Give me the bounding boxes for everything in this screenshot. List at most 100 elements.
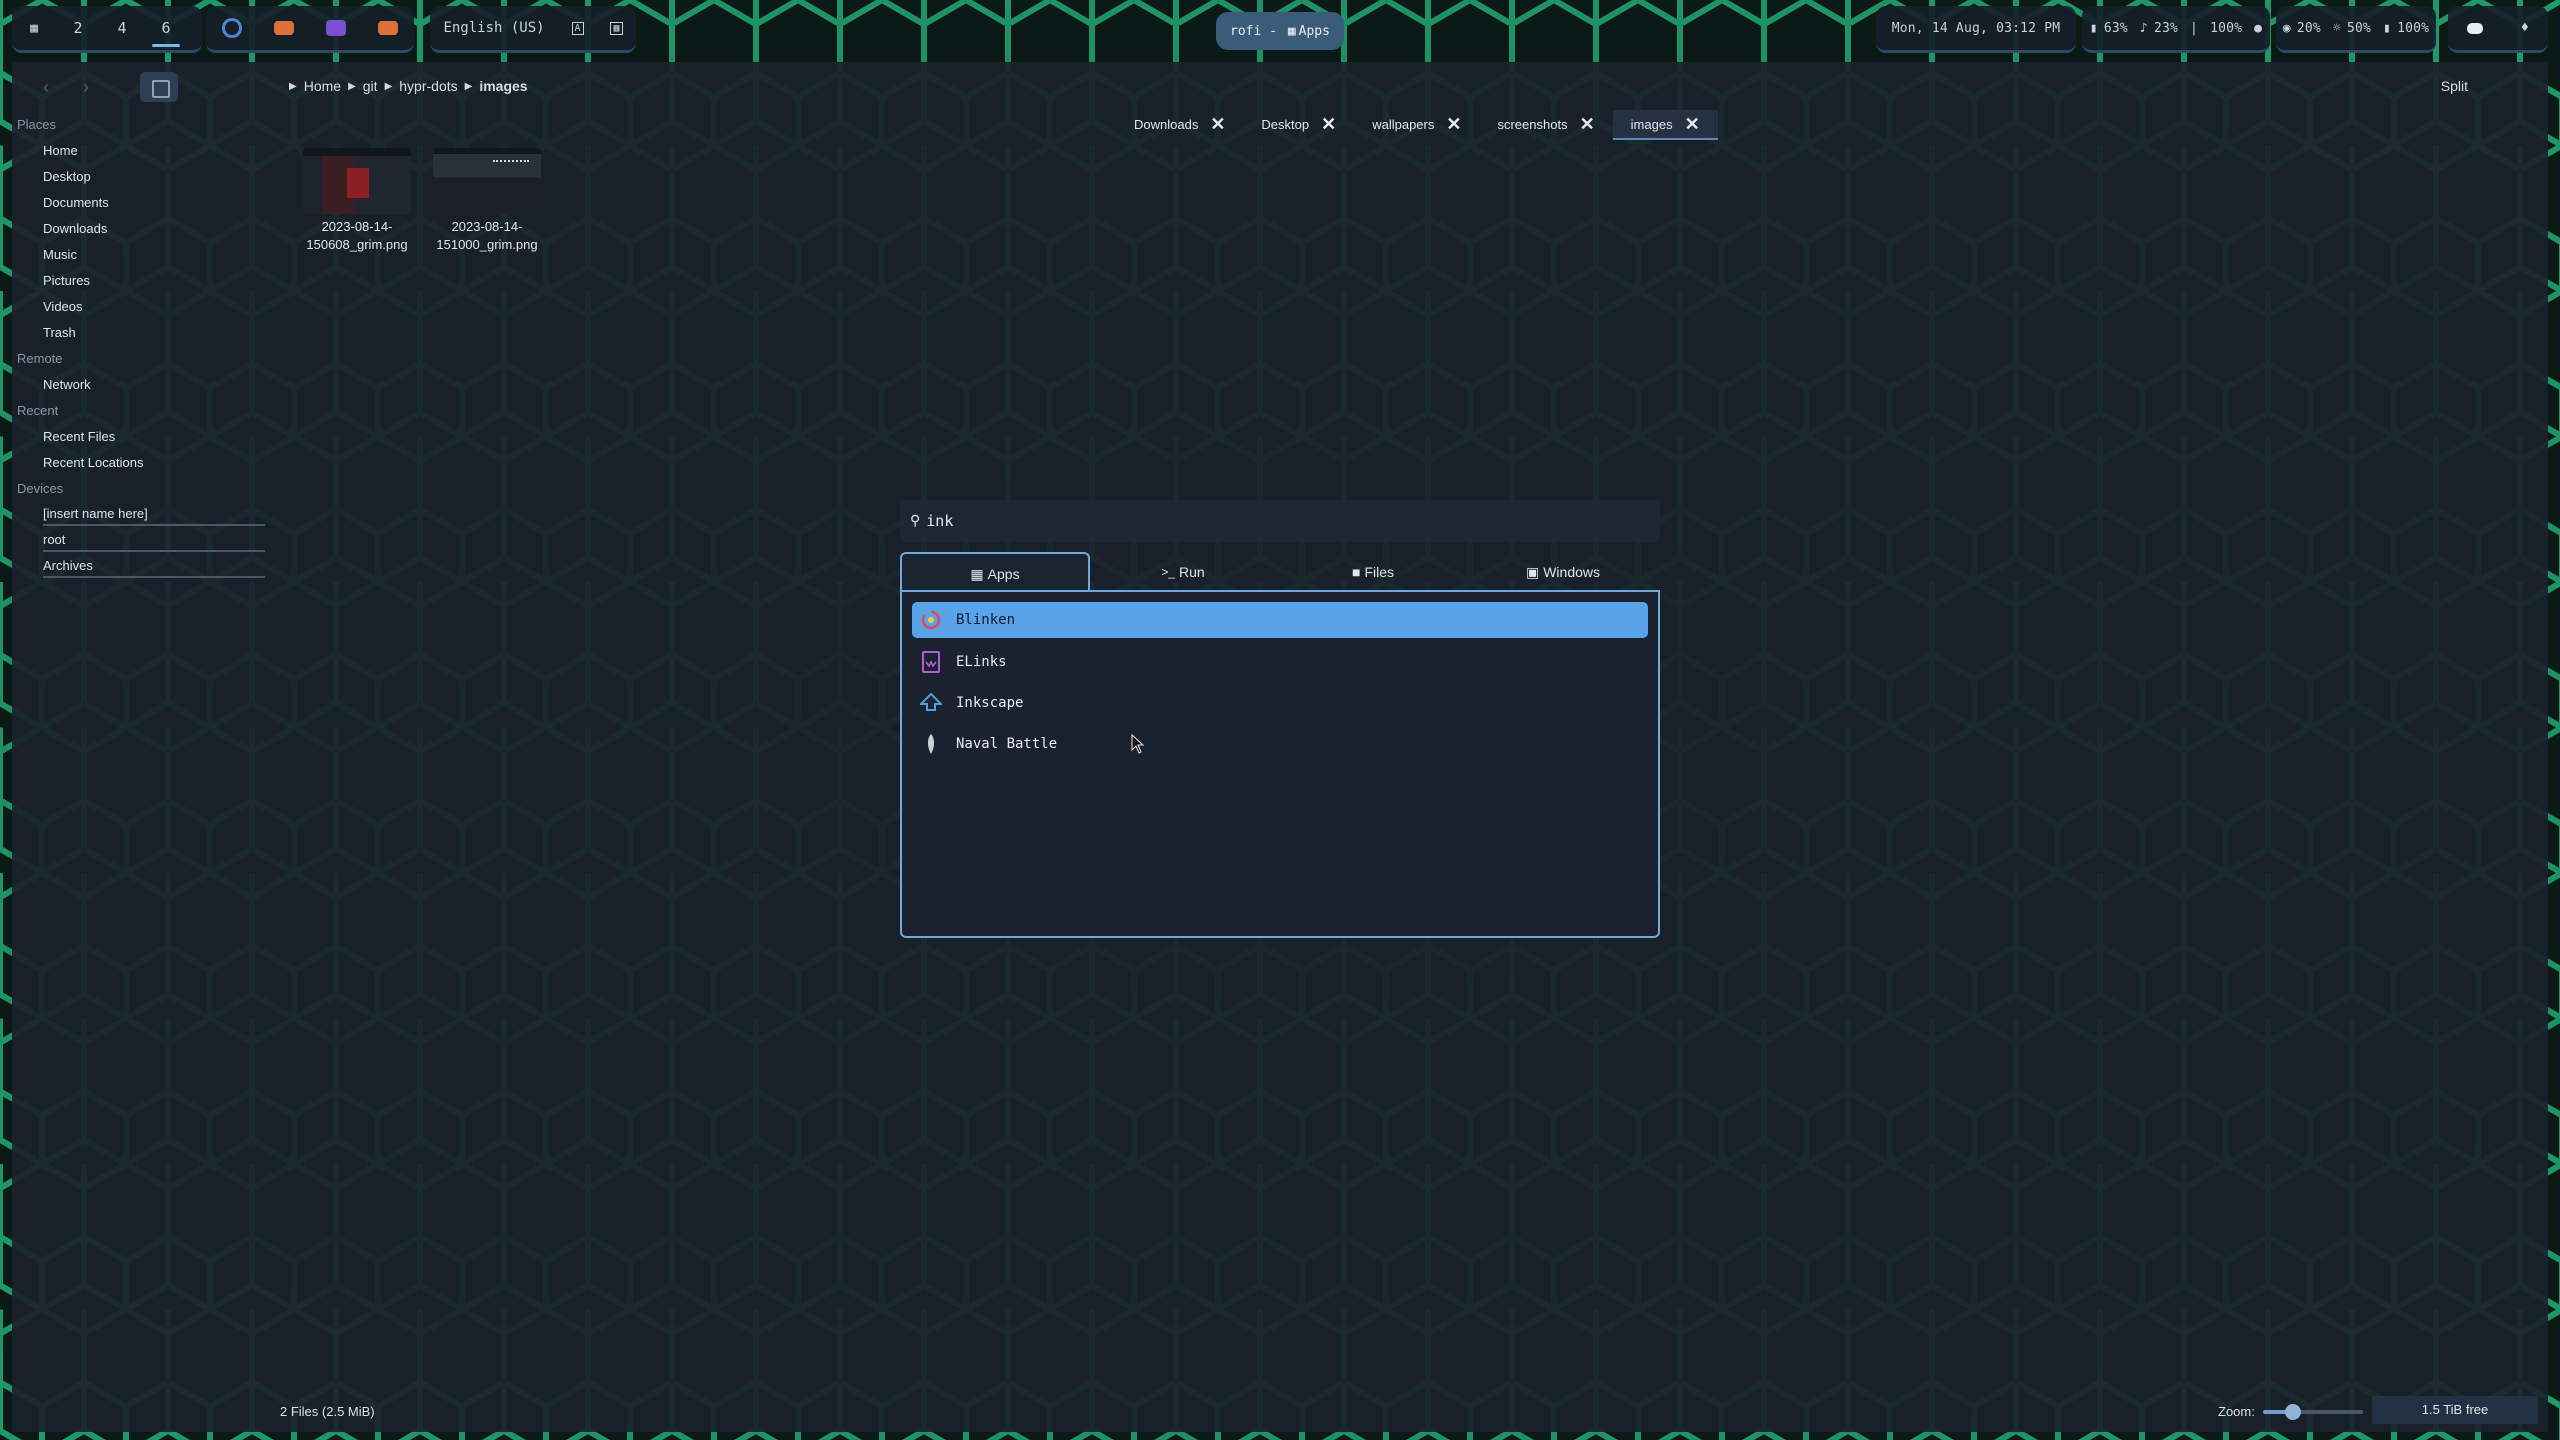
breadcrumb-hypr-dots[interactable]: hypr-dots — [399, 78, 457, 94]
launcher-search-bar[interactable]: ⚲ ink — [900, 500, 1660, 542]
headphones-icon: ♪ — [2139, 20, 2148, 36]
close-tab-icon[interactable]: ✕ — [1321, 114, 1336, 135]
mode-tab-run[interactable]: >_ Run — [1090, 552, 1276, 592]
folder-app-icon[interactable] — [378, 21, 398, 35]
brightness-level[interactable]: 50% — [2347, 21, 2371, 36]
sidebar-item-downloads[interactable]: Downloads — [12, 216, 272, 242]
workspace-2[interactable]: 2 — [56, 19, 100, 37]
result-item-blinken[interactable]: Blinken — [912, 602, 1648, 638]
window-mode-text: Apps — [1298, 23, 1330, 39]
sidebar-device-archives[interactable]: Archives — [12, 554, 272, 580]
browser-icon[interactable] — [222, 18, 242, 38]
result-item-elinks[interactable]: ELinks — [912, 644, 1648, 680]
result-item-inkscape[interactable]: Inkscape — [912, 685, 1648, 721]
places-header: Places — [17, 117, 57, 132]
brightness-icon: ☼ — [2332, 20, 2341, 36]
cpu-usage: 20% — [2296, 20, 2321, 36]
app-launcher: ⚲ ink ▦ Apps >_ Run ■ Files ▣ Windows Blinke… — [900, 500, 1660, 938]
launcher-grid-icon[interactable]: ▦ — [12, 21, 56, 36]
back-button[interactable]: ‹ — [30, 74, 62, 100]
taskbar-apps — [206, 6, 414, 53]
mode-tab-windows[interactable]: ▣ Windows — [1470, 552, 1656, 592]
cpu-icon: ◉ — [2282, 20, 2291, 36]
layout-grid-icon[interactable]: ▦ — [610, 21, 623, 35]
sidebar-item-documents[interactable]: Documents — [12, 190, 272, 216]
blinken-icon — [920, 609, 942, 631]
memory-icon: ▮ — [2089, 20, 2098, 36]
system-stats-pill: ▮ 63% ♪ 23% | 100% ● — [2082, 6, 2270, 53]
elinks-icon — [920, 651, 942, 673]
launcher-search-input[interactable]: ink — [926, 512, 953, 530]
separator: | — [2190, 20, 2199, 36]
files-app-icon[interactable] — [274, 21, 294, 35]
clock-text[interactable]: Mon, 14 Aug, 03:12 PM — [1892, 21, 2061, 36]
window-title-text: rofi - — [1230, 23, 1285, 39]
language-indicator[interactable]: English (US) — [443, 20, 544, 36]
tab-screenshots[interactable]: screenshots ✕ — [1479, 110, 1612, 138]
mode-tab-files[interactable]: ■ Files — [1280, 552, 1466, 592]
tab-downloads[interactable]: Downloads ✕ — [1116, 110, 1243, 138]
sidebar-item-trash[interactable]: Trash — [12, 320, 272, 346]
breadcrumb-git[interactable]: git — [363, 78, 378, 94]
editor-app-icon[interactable] — [326, 20, 346, 36]
close-tab-icon[interactable]: ✕ — [1446, 114, 1461, 135]
forward-button[interactable]: › — [70, 74, 102, 100]
tab-images[interactable]: images ✕ — [1612, 110, 1718, 140]
breadcrumb: ▶ Home ▶ git ▶ hypr-dots ▶ images — [282, 78, 528, 94]
workspace-6[interactable]: 6 — [144, 19, 188, 47]
tab-label: screenshots — [1497, 116, 1568, 132]
folder-icon: ■ — [1351, 564, 1361, 580]
mouse-cursor-icon — [1131, 734, 1145, 754]
breadcrumb-arrow-icon: ▶ — [384, 80, 393, 92]
close-tab-icon[interactable]: ✕ — [1580, 114, 1595, 135]
breadcrumb-arrow-icon: ▶ — [289, 80, 297, 92]
breadcrumb-arrow-icon: ▶ — [348, 80, 356, 92]
clock-pill: Mon, 14 Aug, 03:12 PM — [1876, 6, 2076, 53]
battery-icon: ▮ — [2383, 20, 2392, 36]
headphones-level: 23% — [2153, 20, 2179, 36]
file-name-line: 150608_grim.png — [306, 237, 408, 252]
result-label: Blinken — [956, 612, 1016, 628]
discord-icon[interactable] — [2466, 22, 2483, 34]
tab-label: Downloads — [1134, 116, 1199, 132]
split-button[interactable]: Split — [2441, 78, 2468, 94]
zoom-control: Zoom: — [2218, 1403, 2363, 1420]
hardware-stats-pill: ◉ 20% ☼ 50% ▮ 100% — [2276, 6, 2436, 53]
sidebar-item-videos[interactable]: Videos — [12, 294, 272, 320]
tab-label: wallpapers — [1372, 116, 1435, 132]
sidebar-item-pictures[interactable]: Pictures — [12, 268, 272, 294]
mode-tab-apps[interactable]: ▦ Apps — [900, 552, 1090, 594]
microphone-icon[interactable]: ● — [2254, 21, 2262, 36]
close-tab-icon[interactable]: ✕ — [1210, 114, 1225, 135]
zoom-slider-handle[interactable] — [2284, 1403, 2301, 1420]
file-name-line: 151000_grim.png — [436, 237, 538, 252]
tab-desktop[interactable]: Desktop ✕ — [1243, 110, 1354, 138]
view-mode-button[interactable] — [140, 72, 178, 102]
result-label: Naval Battle — [956, 736, 1058, 752]
sidebar-item-desktop[interactable]: Desktop — [12, 164, 272, 190]
breadcrumb-images[interactable]: images — [479, 78, 527, 94]
places-sidebar: Places Home Desktop Documents Downloads … — [12, 112, 272, 580]
sidebar-item-recent-locations[interactable]: Recent Locations — [12, 450, 272, 476]
zoom-slider[interactable] — [2262, 1403, 2363, 1420]
free-space-indicator: 1.5 TiB free — [2372, 1396, 2538, 1424]
zoom-label: Zoom: — [2218, 1404, 2255, 1419]
sidebar-item-music[interactable]: Music — [12, 242, 272, 268]
file-item[interactable]: 2023-08-14- 150608_grim.png — [292, 148, 422, 254]
breadcrumb-home[interactable]: Home — [304, 78, 341, 94]
file-item[interactable]: 2023-08-14- 151000_grim.png — [422, 148, 552, 254]
workspace-4[interactable]: 4 — [100, 19, 144, 37]
tab-wallpapers[interactable]: wallpapers ✕ — [1354, 110, 1479, 138]
devices-header: Devices — [17, 481, 64, 496]
sidebar-item-network[interactable]: Network — [12, 372, 272, 398]
volume-level[interactable]: 100% — [2210, 21, 2242, 36]
layout-a-icon[interactable]: A — [571, 21, 584, 35]
sidebar-item-home[interactable]: Home — [12, 138, 272, 164]
recent-header: Recent — [17, 403, 59, 418]
notification-bell-icon[interactable]: ♦ — [2521, 20, 2529, 36]
sidebar-item-recent-files[interactable]: Recent Files — [12, 424, 272, 450]
result-item-naval-battle[interactable]: Naval Battle — [912, 726, 1648, 762]
sidebar-device-insert-name[interactable]: [insert name here] — [12, 502, 272, 528]
close-tab-icon[interactable]: ✕ — [1685, 114, 1700, 135]
sidebar-device-root[interactable]: root — [12, 528, 272, 554]
